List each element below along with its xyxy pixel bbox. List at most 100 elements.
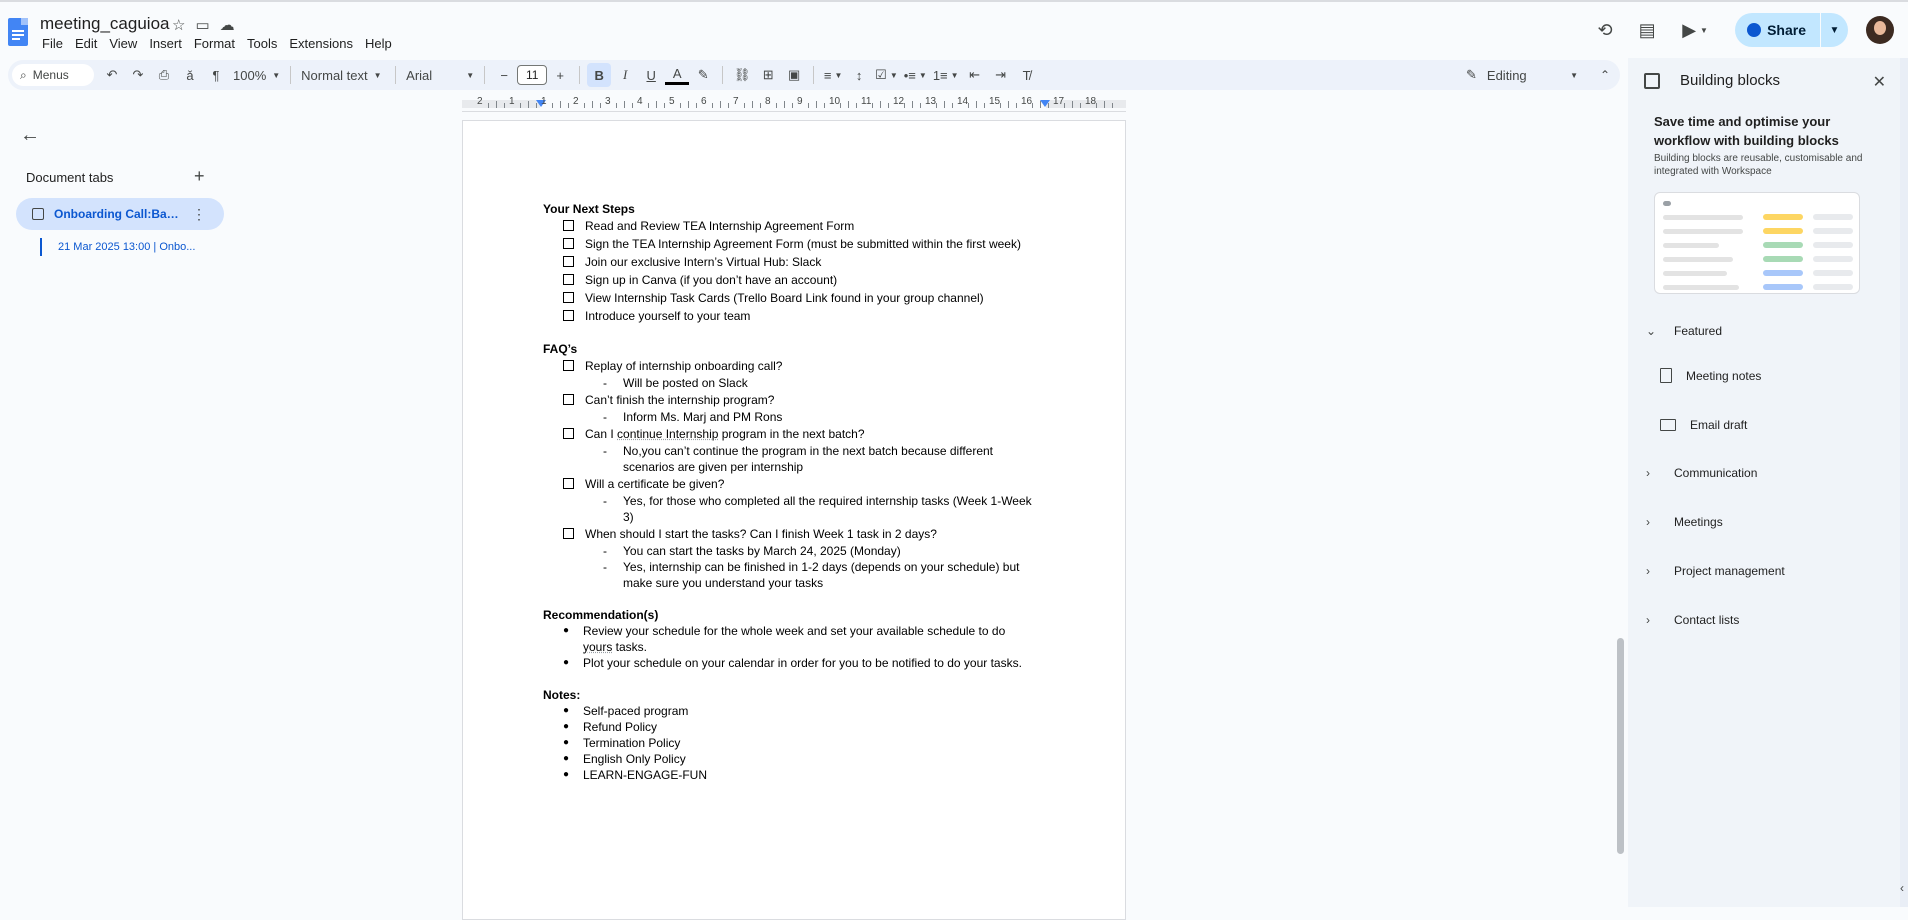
checklist-item: Sign the TEA Internship Agreement Form (… [563,235,1063,253]
section-meetings[interactable]: › Meetings [1646,515,1723,529]
template-email-draft[interactable]: Email draft [1660,418,1747,432]
more-options-icon[interactable]: ⋮ [192,206,206,223]
increase-font-size-icon[interactable]: + [548,63,572,87]
grammar-suggestion[interactable]: continue Internship [617,427,718,441]
menu-edit[interactable]: Edit [69,34,103,53]
increase-indent-icon[interactable]: ⇥ [989,63,1013,87]
menu-file[interactable]: File [36,34,69,53]
clear-formatting-icon[interactable]: T̸ [1015,63,1039,87]
ruler-tick [1032,103,1033,108]
checkbox[interactable] [563,292,574,303]
heading-notes: Notes: [543,688,581,702]
redo-icon[interactable]: ↷ [126,63,150,87]
grammar-suggestion[interactable]: yours [583,640,612,654]
text-color-icon[interactable]: A [665,65,690,85]
menu-format[interactable]: Format [188,34,241,53]
align-icon[interactable]: ≡ ▼ [821,63,845,87]
move-folder-icon[interactable]: ▭ [195,16,209,34]
bulleted-list-icon[interactable]: •≡ ▼ [902,63,929,87]
font-size-input[interactable]: 11 [517,65,548,85]
checklist-item: Sign up in Canva (if you don’t have an a… [563,271,1063,289]
style-select[interactable]: Normal text ▼ [297,68,389,83]
ruler-tick [744,103,745,108]
menus-search[interactable]: ⌕ Menus [12,64,94,86]
share-dropdown-button[interactable]: ▼ [1820,13,1848,47]
building-blocks-icon [1644,72,1660,89]
print-icon[interactable]: ⎙ [152,63,176,87]
insert-link-icon[interactable]: ⛓ [730,63,754,87]
checklist-icon[interactable]: ☑ ▼ [873,63,900,87]
checkbox[interactable] [563,220,574,231]
editing-mode-select[interactable]: ✎ Editing ▼ [1466,67,1578,83]
ruler-tick [720,101,721,108]
checkbox[interactable] [563,360,574,371]
checkbox[interactable] [563,256,574,267]
scrollbar-thumb[interactable] [1617,638,1624,854]
menu-tools[interactable]: Tools [241,34,283,53]
comments-icon[interactable]: ▤ [1629,12,1665,48]
ruler-tick [752,101,753,108]
menu-insert[interactable]: Insert [143,34,188,53]
checkbox[interactable] [563,274,574,285]
bold-icon[interactable]: B [587,63,612,87]
add-tab-icon[interactable]: + [194,166,205,187]
share-control: Share ▼ [1735,13,1848,47]
section-communication[interactable]: › Communication [1646,466,1757,480]
paint-format-icon[interactable]: ¶ [204,63,228,87]
checkbox[interactable] [563,428,574,439]
share-button[interactable]: Share [1735,13,1820,47]
highlight-icon[interactable]: ✎ [691,63,715,87]
docs-logo-icon[interactable] [8,18,28,46]
ruler-tick [1064,103,1065,108]
menu-view[interactable]: View [103,34,143,53]
star-icon[interactable]: ☆ [172,16,185,34]
zoom-select[interactable]: 100% ▼ [229,68,284,83]
panel-title: Building blocks [1680,72,1781,89]
checkbox[interactable] [563,310,574,321]
document-title[interactable]: meeting_caguioa [40,14,169,34]
italic-icon[interactable]: I [613,63,637,87]
document-page[interactable]: Your Next Steps Read and Review TEA Inte… [462,120,1126,920]
menu-extensions[interactable]: Extensions [283,34,359,53]
ruler-tick [1048,103,1049,108]
section-contact-lists[interactable]: › Contact lists [1646,613,1739,627]
faq-question: Can’t finish the internship program? [563,391,1063,409]
checkbox[interactable] [563,394,574,405]
insert-image-icon[interactable]: ▣ [782,63,806,87]
outline-heading[interactable]: 21 Mar 2025 13:00 | Onbo... [40,238,216,256]
bullet-item: ● Refund Policy [563,720,658,734]
undo-icon[interactable]: ↶ [100,63,124,87]
section-project-management[interactable]: › Project management [1646,564,1785,578]
meet-video-icon[interactable]: ▶ ▼ [1671,12,1719,48]
ruler-tick [808,103,809,108]
decrease-font-size-icon[interactable]: − [492,63,516,87]
back-arrow-icon[interactable]: ← [20,124,40,147]
template-meeting-notes[interactable]: Meeting notes [1660,368,1761,383]
checkbox[interactable] [563,478,574,489]
checkbox[interactable] [563,528,574,539]
add-comment-icon[interactable]: ⊞ [756,63,780,87]
avatar[interactable] [1866,16,1894,44]
font-select[interactable]: Arial ▼ [402,68,478,83]
ruler-tick [1000,103,1001,108]
ruler[interactable]: 2 1 1 2 3 4 5 6 7 8 9 10 11 12 13 14 15 16 17 18 [462,94,1126,112]
bullet-item: ● English Only Policy [563,752,686,766]
decrease-indent-icon[interactable]: ⇤ [963,63,987,87]
checkbox[interactable] [563,238,574,249]
menu-help[interactable]: Help [359,34,398,53]
underline-icon[interactable]: U [639,63,663,87]
document-tab-icon [32,208,44,220]
building-blocks-illustration [1654,192,1860,294]
version-history-icon[interactable]: ⟲ [1587,12,1623,48]
collapse-panel-icon[interactable]: ‹ [1900,881,1904,895]
numbered-list-icon[interactable]: 1≡ ▼ [931,63,961,87]
tab-onboarding-call[interactable]: Onboarding Call:Batc... ⋮ [16,198,224,230]
hide-menus-icon[interactable]: ⌃ [1600,68,1610,82]
spellcheck-icon[interactable]: ǎ [178,63,202,87]
line-spacing-icon[interactable]: ↕ [847,63,871,87]
ruler-tick [528,101,529,108]
close-icon[interactable]: ✕ [1873,72,1886,92]
section-featured[interactable]: ⌄ Featured [1646,324,1722,338]
document-icon [1660,368,1672,383]
cloud-saved-icon[interactable]: ☁ [220,16,235,34]
